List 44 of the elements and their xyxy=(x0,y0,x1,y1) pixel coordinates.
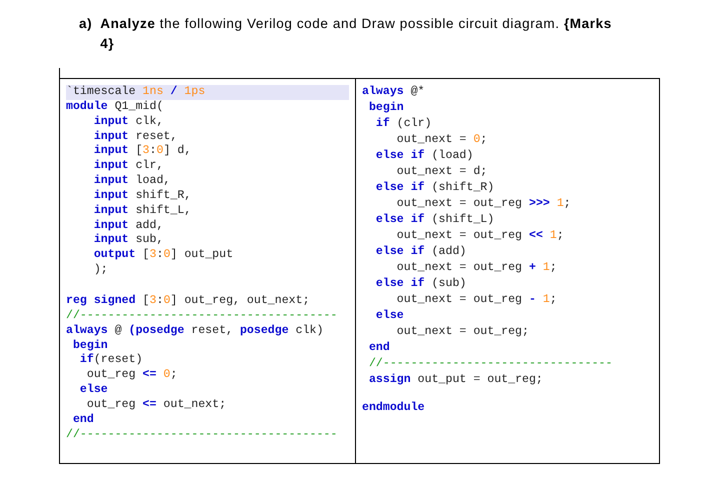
code-line: //------------------------------------- xyxy=(66,428,338,442)
code-line: input load, xyxy=(92,174,170,189)
code-line: if(reset) xyxy=(78,353,143,368)
code-line: else xyxy=(374,308,404,324)
code-line: input add, xyxy=(92,218,164,234)
code-line: input reset, xyxy=(92,130,178,144)
code-line: input shift_R, xyxy=(92,188,192,204)
code-line: endmodule xyxy=(362,400,425,416)
code-line: ); xyxy=(92,263,108,278)
code-line: out_next = 0; xyxy=(396,132,488,148)
code-line: if (clr) xyxy=(374,116,432,132)
code-line: out_reg <= out_next; xyxy=(86,398,226,413)
code-line: assign out_put = out_reg; xyxy=(368,372,543,388)
code-line: begin xyxy=(368,100,404,116)
code-line: input sub, xyxy=(92,233,164,248)
question-label: a) xyxy=(79,15,92,33)
code-line: else if (shift_R) xyxy=(374,180,494,196)
code-line: out_next = out_reg - 1; xyxy=(396,292,557,308)
code-line: else if (shift_L) xyxy=(374,212,494,228)
code-line: end xyxy=(368,340,390,356)
code-line: always @ (posedge reset, posedge clk) xyxy=(66,324,324,338)
code-line: input [3:0] d, xyxy=(92,144,192,160)
code-line: out_next = out_reg + 1; xyxy=(396,260,557,276)
code-line: input clk, xyxy=(92,114,164,130)
code-line: else xyxy=(78,383,108,398)
code-line: out_next = out_reg; xyxy=(396,324,529,340)
code-line: module Q1_mid( xyxy=(66,100,164,115)
code-line: output [3:0] out_put xyxy=(92,248,234,264)
code-line: out_next = out_reg << 1; xyxy=(396,228,564,244)
code-line: else if (sub) xyxy=(374,276,466,292)
code-line: out_next = out_reg >>> 1; xyxy=(396,196,571,212)
code-line: //--------------------------------- xyxy=(368,356,612,372)
code-line: out_reg <= 0; xyxy=(86,368,178,384)
code-line: begin xyxy=(72,338,108,353)
code-line: out_next = d; xyxy=(396,164,488,180)
code-line: input clr, xyxy=(92,159,164,174)
code-line: end xyxy=(72,412,94,428)
code-line: else if (add) xyxy=(374,244,466,260)
code-line: else if (load) xyxy=(374,148,474,164)
code-line: reg signed [3:0] out_reg, out_next; xyxy=(66,294,310,309)
code-line: always @* xyxy=(362,84,425,100)
question-text: Analyze the following Verilog code and Draw possible circuit diagram. {Marks 4} xyxy=(100,15,613,53)
code-line: input shift_L, xyxy=(92,204,192,219)
code-line: //------------------------------------- xyxy=(66,308,338,324)
